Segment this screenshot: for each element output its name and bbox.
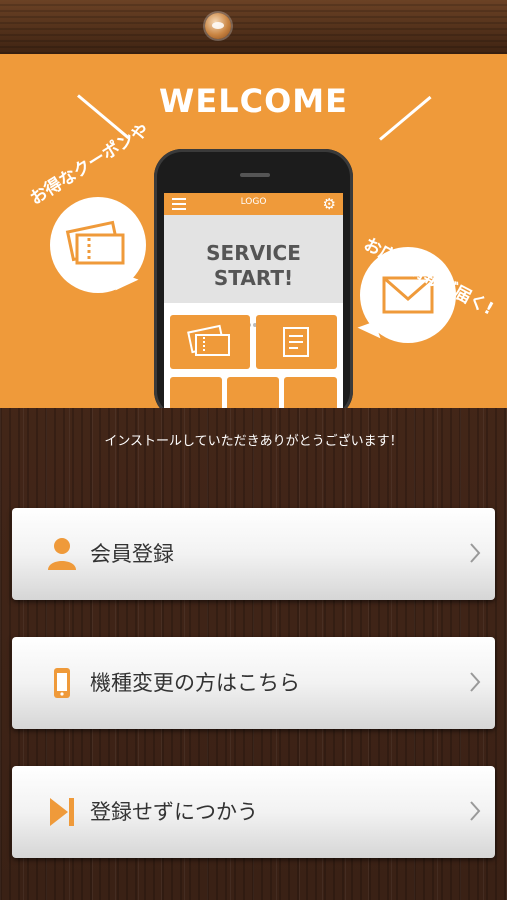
chevron-right-icon (470, 672, 481, 692)
member-registration-button[interactable]: 会員登録 (12, 508, 495, 600)
phone-screen: LOGO ⚙ SERVICE START! (164, 193, 343, 408)
phone-tile (227, 377, 279, 408)
ticket-icon (65, 220, 125, 265)
install-thanks-text: インストールしていただきありがとうございます！ (104, 434, 403, 449)
service-line-2: START! (213, 266, 294, 290)
device-change-label: 機種変更の方はこちら (90, 671, 300, 695)
member-registration-label: 会員登録 (90, 542, 174, 566)
phone-app-header: LOGO ⚙ (164, 193, 343, 215)
skip-icon (50, 798, 74, 826)
smartphone-icon (54, 668, 70, 698)
ticket-icon (187, 324, 230, 356)
person-icon (48, 538, 76, 570)
phone-tile-coupon (170, 315, 250, 369)
phone-logo-text: LOGO (240, 197, 267, 207)
welcome-title: WELCOME (159, 82, 348, 120)
skip-registration-button[interactable]: 登録せずにつかう (12, 766, 495, 858)
device-change-button[interactable]: 機種変更の方はこちら (12, 637, 495, 729)
service-line-1: SERVICE (206, 241, 301, 265)
phone-slide: SERVICE START! (164, 215, 343, 327)
skip-registration-label: 登録せずにつかう (90, 800, 258, 824)
phone-tile (284, 377, 337, 408)
welcome-banner: WELCOME お得なクーポンや お店の情報が届く! LOGO ⚙ SERVIC… (0, 54, 507, 408)
gear-icon: ⚙ (322, 195, 336, 213)
phone-mockup: LOGO ⚙ SERVICE START! (154, 149, 353, 408)
phone-speaker (240, 173, 270, 177)
chevron-right-icon (470, 543, 481, 563)
phone-tile-memo (256, 315, 337, 369)
phone-tile (170, 377, 222, 408)
memo-icon (283, 327, 309, 357)
coupon-caption: お得なクーポンや (26, 120, 153, 210)
brand-logo-icon (205, 13, 231, 39)
phone-service-text: SERVICE START! (164, 241, 343, 291)
top-bar (0, 0, 507, 54)
chevron-right-icon (470, 801, 481, 821)
